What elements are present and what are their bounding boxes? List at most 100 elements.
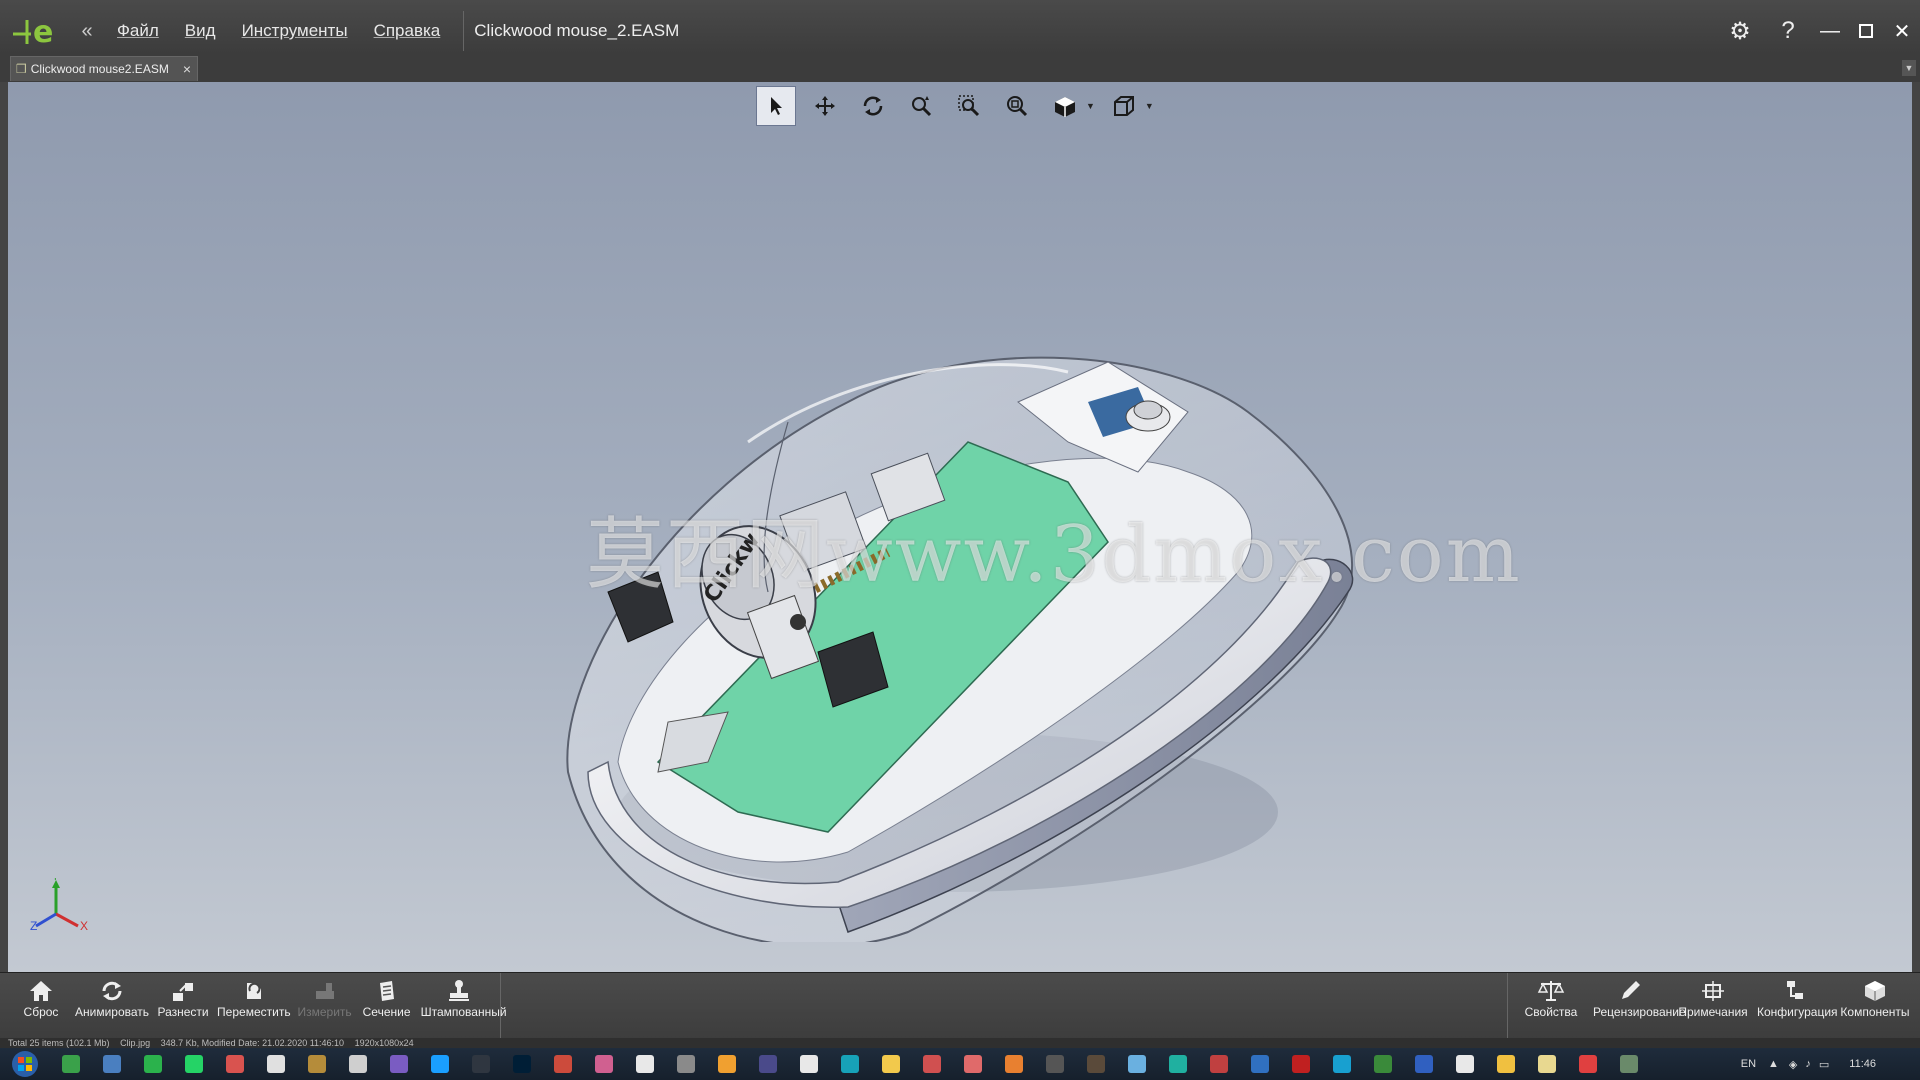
- tray-network-icon[interactable]: ◈: [1789, 1058, 1797, 1071]
- collapse-chevron-icon[interactable]: «: [78, 20, 96, 43]
- settings-gear-icon[interactable]: ⚙: [1716, 11, 1764, 51]
- notes-button[interactable]: Примечания: [1672, 973, 1754, 1039]
- app-icon: [1209, 1055, 1228, 1073]
- taskbar-app-icon[interactable]: [1034, 1049, 1075, 1079]
- language-indicator[interactable]: EN: [1741, 1058, 1756, 1070]
- app-icon: [1168, 1055, 1187, 1073]
- tray-volume-icon[interactable]: ♪: [1805, 1058, 1811, 1070]
- taskbar-app-icon[interactable]: [91, 1049, 132, 1079]
- document-tab[interactable]: ❒ Clickwood mouse2.EASM ×: [10, 56, 198, 81]
- taskbar-app-icon[interactable]: [624, 1049, 665, 1079]
- taskbar-app-icon[interactable]: [50, 1049, 91, 1079]
- taskbar-app-icon[interactable]: [1567, 1049, 1608, 1079]
- start-button-windows-icon[interactable]: [0, 1048, 50, 1080]
- taskbar-app-icon[interactable]: [1075, 1049, 1116, 1079]
- taskbar-app-icon[interactable]: [214, 1049, 255, 1079]
- app-icon: [61, 1055, 80, 1073]
- scales-icon: [1537, 977, 1565, 1005]
- menu-help[interactable]: Справка: [361, 21, 454, 41]
- tray-notification-icon[interactable]: ▭: [1819, 1058, 1829, 1071]
- measure-button[interactable]: Измерить: [294, 973, 356, 1039]
- taskbar-app-icon[interactable]: [1444, 1049, 1485, 1079]
- app-icon: [1496, 1055, 1515, 1073]
- tab-dropdown-chevron-icon[interactable]: ▼: [1902, 60, 1916, 76]
- review-button[interactable]: Рецензирование: [1590, 973, 1686, 1039]
- maximize-icon[interactable]: [1848, 11, 1884, 51]
- rotate-icon[interactable]: [854, 87, 892, 125]
- app-icon: [1455, 1055, 1474, 1073]
- app-icon: [1619, 1055, 1638, 1073]
- taskbar-app-icon[interactable]: [1280, 1049, 1321, 1079]
- reset-button[interactable]: Сброс: [10, 973, 72, 1039]
- menu-view[interactable]: Вид: [172, 21, 229, 41]
- taskbar-app-icon[interactable]: [829, 1049, 870, 1079]
- taskbar-app-icon[interactable]: [173, 1049, 214, 1079]
- taskbar-app-icon[interactable]: [1485, 1049, 1526, 1079]
- move-button[interactable]: Переместить: [214, 973, 294, 1039]
- zoom-fit-icon[interactable]: [998, 87, 1036, 125]
- zoom-icon[interactable]: [902, 87, 940, 125]
- taskbar-app-icon[interactable]: [1116, 1049, 1157, 1079]
- axis-x-label: X: [80, 919, 88, 933]
- taskbar-app-icon[interactable]: [952, 1049, 993, 1079]
- section-button[interactable]: Сечение: [356, 973, 418, 1039]
- taskbar-app-icon[interactable]: [378, 1049, 419, 1079]
- document-tab-bar: ❒ Clickwood mouse2.EASM × ▼: [0, 54, 1920, 83]
- taskbar-app-icon[interactable]: [665, 1049, 706, 1079]
- taskbar-app-icon[interactable]: [1608, 1049, 1649, 1079]
- cube-view-icon[interactable]: [1105, 87, 1143, 125]
- properties-button[interactable]: Свойства: [1512, 973, 1590, 1039]
- taskbar-app-icon[interactable]: [419, 1049, 460, 1079]
- taskbar-app-icon[interactable]: [460, 1049, 501, 1079]
- minimize-icon[interactable]: —: [1812, 11, 1848, 51]
- taskbar-app-icon[interactable]: [583, 1049, 624, 1079]
- taskbar-app-icon[interactable]: [542, 1049, 583, 1079]
- taskbar-app-icon[interactable]: [706, 1049, 747, 1079]
- taskbar-app-icon[interactable]: [1198, 1049, 1239, 1079]
- pan-move-icon[interactable]: [806, 87, 844, 125]
- zoom-area-icon[interactable]: [950, 87, 988, 125]
- select-cursor-icon[interactable]: [756, 86, 796, 126]
- taskbar-app-icon[interactable]: [993, 1049, 1034, 1079]
- watermark-text: 莫西网www.3dmox.com: [586, 510, 1522, 600]
- explode-button[interactable]: Разнести: [152, 973, 214, 1039]
- taskbar-app-icon[interactable]: [1403, 1049, 1444, 1079]
- assembly-icon: ❒: [16, 62, 27, 76]
- display-style-chevron-down-icon[interactable]: ▼: [1086, 101, 1095, 111]
- menu-file[interactable]: Файл: [104, 21, 172, 41]
- taskbar-app-icon[interactable]: [747, 1049, 788, 1079]
- taskbar-app-icon[interactable]: [1526, 1049, 1567, 1079]
- taskbar-app-icon[interactable]: [788, 1049, 829, 1079]
- menu-tools[interactable]: Инструменты: [229, 21, 361, 41]
- close-icon[interactable]: ✕: [1884, 11, 1920, 51]
- animate-button[interactable]: Анимировать: [72, 973, 152, 1039]
- mouse-model[interactable]: Clickw: [548, 292, 1388, 942]
- taskbar-clock[interactable]: 11:46: [1849, 1058, 1876, 1070]
- axis-y-label: Y: [52, 878, 59, 883]
- display-style-icon[interactable]: [1046, 87, 1084, 125]
- help-icon[interactable]: ?: [1764, 11, 1812, 51]
- 3d-viewport[interactable]: ▼ ▼ Clickw 莫西网www.3dmox.com X Z: [8, 82, 1912, 972]
- taskbar-app-icon[interactable]: [501, 1049, 542, 1079]
- taskbar-app-icon[interactable]: [296, 1049, 337, 1079]
- annotation-icon: [1700, 977, 1726, 1005]
- taskbar-app-icon[interactable]: [337, 1049, 378, 1079]
- taskbar-app-icon[interactable]: [911, 1049, 952, 1079]
- config-icon: [1782, 977, 1808, 1005]
- taskbar-app-icon[interactable]: [255, 1049, 296, 1079]
- taskbar-app-icon[interactable]: [1362, 1049, 1403, 1079]
- taskbar-app-icon[interactable]: [1157, 1049, 1198, 1079]
- taskbar-app-icon[interactable]: [870, 1049, 911, 1079]
- tray-expand-chevron-up-icon[interactable]: ▲: [1768, 1058, 1779, 1070]
- tab-close-icon[interactable]: ×: [183, 61, 191, 77]
- taskbar-app-icon[interactable]: [1321, 1049, 1362, 1079]
- components-button[interactable]: Компоненты: [1836, 973, 1914, 1039]
- taskbar-app-icon[interactable]: [132, 1049, 173, 1079]
- view-orientation-chevron-down-icon[interactable]: ▼: [1145, 101, 1154, 111]
- stamp-button[interactable]: Штампованный: [418, 973, 507, 1039]
- taskbar-app-icon[interactable]: [1239, 1049, 1280, 1079]
- app-icon: [512, 1055, 531, 1073]
- windows-taskbar: EN ▲ ◈ ♪ ▭ 11:46: [0, 1048, 1920, 1080]
- app-icon: [143, 1055, 162, 1073]
- configurations-button[interactable]: Конфигурация: [1754, 973, 1838, 1039]
